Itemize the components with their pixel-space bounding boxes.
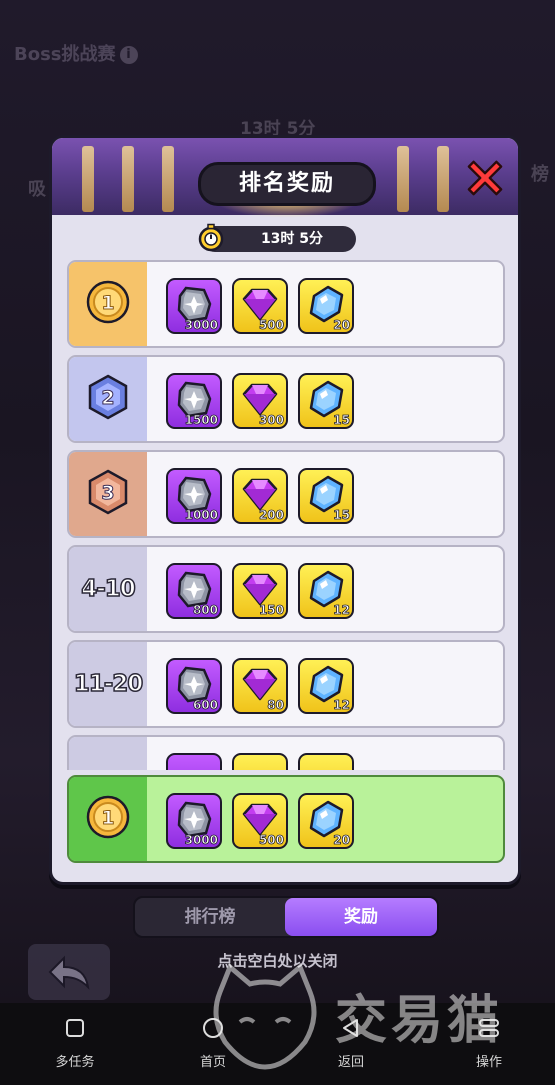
nav-actions[interactable]: 操作 (449, 1017, 529, 1070)
reward-item-stone[interactable]: 1500 (166, 373, 222, 429)
nav-multitask-label: 多任务 (55, 1055, 95, 1070)
reward-quantity: 200 (258, 508, 285, 523)
reward-row: 4-10 800 150 12 (67, 545, 505, 633)
rank-cell: 11-20 (69, 642, 147, 726)
system-nav-bar: 多任务 首页 返回 操作 (0, 1003, 555, 1085)
rank-range-label: 11-20 (73, 670, 144, 698)
countdown-pill: 13时 5分 (198, 223, 356, 252)
reward-item-purple-gem[interactable]: 200 (232, 468, 288, 524)
reward-item-blue-crystal[interactable]: 12 (298, 658, 354, 714)
nav-home[interactable]: 首页 (173, 1017, 253, 1070)
gold-medal-icon: 1 (85, 794, 131, 844)
reward-item-stone[interactable]: 1000 (166, 468, 222, 524)
nav-actions-label: 操作 (475, 1055, 502, 1070)
tab-bar: 排行榜 奖励 (133, 896, 439, 938)
reward-item-purple-gem[interactable]: 500 (232, 793, 288, 849)
rank-range-label: 4-10 (80, 575, 136, 603)
reward-quantity: 600 (192, 698, 219, 713)
circle-icon (203, 1018, 223, 1038)
close-hint: 点击空白处以关闭 (217, 952, 338, 970)
reward-quantity: 20 (333, 833, 350, 848)
reward-item-blue-crystal[interactable]: 15 (298, 373, 354, 429)
reward-quantity: 500 (258, 833, 285, 848)
reward-row: 3 1000 200 15 (67, 450, 505, 538)
reward-quantity: 12 (333, 603, 350, 618)
reward-quantity: 300 (258, 413, 285, 428)
rank-cell: 4-10 (69, 547, 147, 631)
modal-banner: 排名奖励 (52, 138, 518, 218)
svg-text:1: 1 (101, 292, 114, 314)
reward-quantity: 15 (333, 413, 350, 428)
bronze-medal-icon: 3 (85, 469, 131, 519)
svg-text:1: 1 (101, 807, 114, 829)
reward-quantity: 15 (333, 508, 350, 523)
background-right-label: 榜 (531, 164, 549, 185)
svg-text:2: 2 (101, 387, 114, 409)
reward-item-stone[interactable]: 3000 (166, 278, 222, 334)
reward-quantity: 500 (258, 318, 285, 333)
reward-item-blue-crystal[interactable]: 20 (298, 793, 354, 849)
reward-item-blue-crystal[interactable]: 12 (298, 563, 354, 619)
gold-medal-icon: 1 (85, 279, 131, 329)
close-button[interactable] (466, 158, 504, 196)
reward-item-purple-gem[interactable]: 500 (232, 278, 288, 334)
reward-row-partial (67, 735, 505, 770)
menu-icon (479, 1019, 499, 1037)
reward-quantity: 20 (333, 318, 350, 333)
reward-quantity: 80 (267, 698, 284, 713)
background-title: Boss挑战赛 i (14, 40, 138, 66)
tab-leaderboard[interactable]: 排行榜 (135, 898, 285, 936)
nav-home-label: 首页 (199, 1055, 226, 1070)
reward-item-stone[interactable]: 800 (166, 563, 222, 619)
nav-back-label: 返回 (337, 1055, 364, 1070)
reward-item-blue-crystal[interactable]: 20 (298, 278, 354, 334)
reward-item-purple-gem[interactable]: 150 (232, 563, 288, 619)
my-rank-cell: 1 (69, 777, 147, 861)
reward-item-stone[interactable]: 600 (166, 658, 222, 714)
background-left-label: 吸 (28, 179, 46, 200)
svg-text:3: 3 (101, 482, 114, 504)
reward-row: 1 3000 500 20 (67, 260, 505, 348)
reward-quantity: 1000 (184, 508, 218, 523)
reward-quantity: 800 (192, 603, 219, 618)
square-icon (66, 1019, 84, 1037)
reward-item-blue-crystal[interactable]: 15 (298, 468, 354, 524)
nav-multitask[interactable]: 多任务 (35, 1017, 115, 1070)
nav-back[interactable]: 返回 (311, 1017, 391, 1070)
tab-rewards[interactable]: 奖励 (285, 898, 437, 936)
stopwatch-icon (198, 223, 224, 252)
reward-list[interactable]: 1 3000 500 20 2 1500 300 15 3 1000 200 1… (52, 258, 518, 770)
reward-quantity: 12 (333, 698, 350, 713)
triangle-back-icon (343, 1019, 358, 1037)
reward-item-purple-gem[interactable]: 80 (232, 658, 288, 714)
rank-cell: 2 (69, 357, 147, 441)
my-reward-row: 1 3000 500 20 (67, 775, 505, 863)
reward-quantity: 3000 (184, 833, 218, 848)
rank-rewards-modal: 排名奖励 13时 5分 1 3000 500 20 2 1500 300 15 … (49, 135, 521, 885)
close-x-icon (467, 160, 503, 196)
reward-item-purple-gem[interactable]: 300 (232, 373, 288, 429)
rank-cell: 1 (69, 262, 147, 346)
reward-item-stone[interactable]: 3000 (166, 793, 222, 849)
modal-title: 排名奖励 (198, 162, 376, 206)
silver-medal-icon: 2 (85, 374, 131, 424)
reward-quantity: 3000 (184, 318, 218, 333)
countdown-text: 13时 5分 (260, 231, 324, 247)
reward-quantity: 1500 (184, 413, 218, 428)
reward-row: 2 1500 300 15 (67, 355, 505, 443)
reward-quantity: 150 (258, 603, 285, 618)
reward-row: 11-20 600 80 12 (67, 640, 505, 728)
rank-cell: 3 (69, 452, 147, 536)
info-icon: i (119, 46, 138, 64)
